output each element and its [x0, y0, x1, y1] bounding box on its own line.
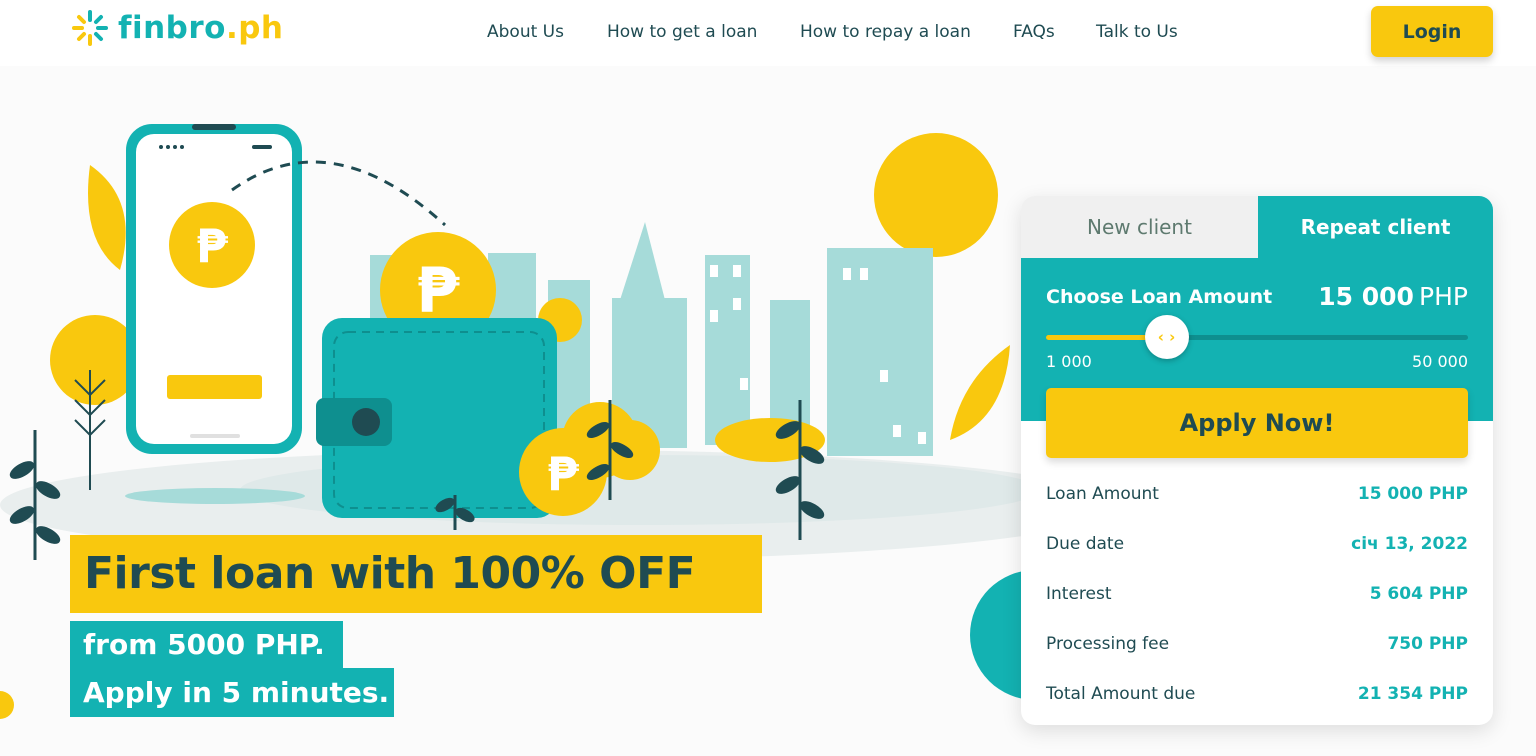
yellow-leaf-right [950, 345, 1010, 440]
summary-label: Total Amount due [1046, 684, 1196, 704]
summary-label: Due date [1046, 534, 1125, 554]
login-button[interactable]: Login [1371, 6, 1493, 57]
summary-row-loan-amount: Loan Amount 15 000 PHP [1046, 484, 1468, 508]
slider-max-label: 50 000 [1412, 352, 1468, 371]
slider-min-label: 1 000 [1046, 352, 1092, 371]
hero-headline: First loan with 100% OFF [70, 535, 762, 613]
phone-illustration: ₱ [126, 124, 302, 454]
sun [874, 133, 998, 257]
tab-new-client[interactable]: New client [1021, 196, 1258, 258]
summary-row-due-date: Due date січ 13, 2022 [1046, 534, 1468, 558]
apply-now-button[interactable]: Apply Now! [1046, 388, 1468, 458]
nav-how-to-get-loan[interactable]: How to get a loan [607, 22, 757, 42]
chevrons-icon: ‹ › [1157, 328, 1176, 346]
yellow-blob-decoration [0, 691, 14, 719]
choose-loan-amount-label: Choose Loan Amount [1046, 286, 1273, 308]
wallet-illustration [316, 318, 557, 518]
nav-talk-to-us[interactable]: Talk to Us [1096, 22, 1178, 42]
tab-repeat-client[interactable]: Repeat client [1258, 196, 1493, 258]
nav-faqs[interactable]: FAQs [1013, 22, 1055, 42]
svg-text:₱: ₱ [196, 219, 228, 273]
nav-how-to-repay-loan[interactable]: How to repay a loan [800, 22, 971, 42]
yellow-leaf-left [88, 165, 126, 270]
loan-amount-display: 15 000 PHP [1318, 282, 1468, 311]
summary-row-interest: Interest 5 604 PHP [1046, 584, 1468, 608]
nav-about-us[interactable]: About Us [487, 22, 564, 42]
hero-subline-2: Apply in 5 minutes. [70, 668, 394, 717]
site-header: finbro.ph About Us How to get a loan How… [0, 0, 1536, 66]
svg-text:₱: ₱ [547, 447, 579, 501]
phone-shadow [125, 488, 305, 504]
logo[interactable]: finbro.ph [70, 8, 284, 48]
summary-value: 750 PHP [1387, 634, 1468, 654]
summary-row-total-amount-due: Total Amount due 21 354 PHP [1046, 684, 1468, 708]
summary-value: 5 604 PHP [1369, 584, 1468, 604]
summary-label: Processing fee [1046, 634, 1170, 654]
svg-text:₱: ₱ [416, 254, 460, 327]
slider-thumb[interactable]: ‹ › [1144, 315, 1189, 359]
loan-amount-slider[interactable] [1046, 335, 1468, 340]
summary-value: 21 354 PHP [1357, 684, 1468, 704]
summary-row-processing-fee: Processing fee 750 PHP [1046, 634, 1468, 658]
logo-sparkle-icon [72, 10, 108, 46]
hero-subline-1: from 5000 PHP. [70, 621, 343, 668]
summary-label: Loan Amount [1046, 484, 1159, 504]
summary-value: січ 13, 2022 [1351, 534, 1468, 554]
loan-calculator-card: New client Repeat client Choose Loan Amo… [1021, 196, 1493, 725]
logo-text: finbro.ph [118, 10, 284, 46]
summary-value: 15 000 PHP [1357, 484, 1468, 504]
summary-label: Interest [1046, 584, 1112, 604]
